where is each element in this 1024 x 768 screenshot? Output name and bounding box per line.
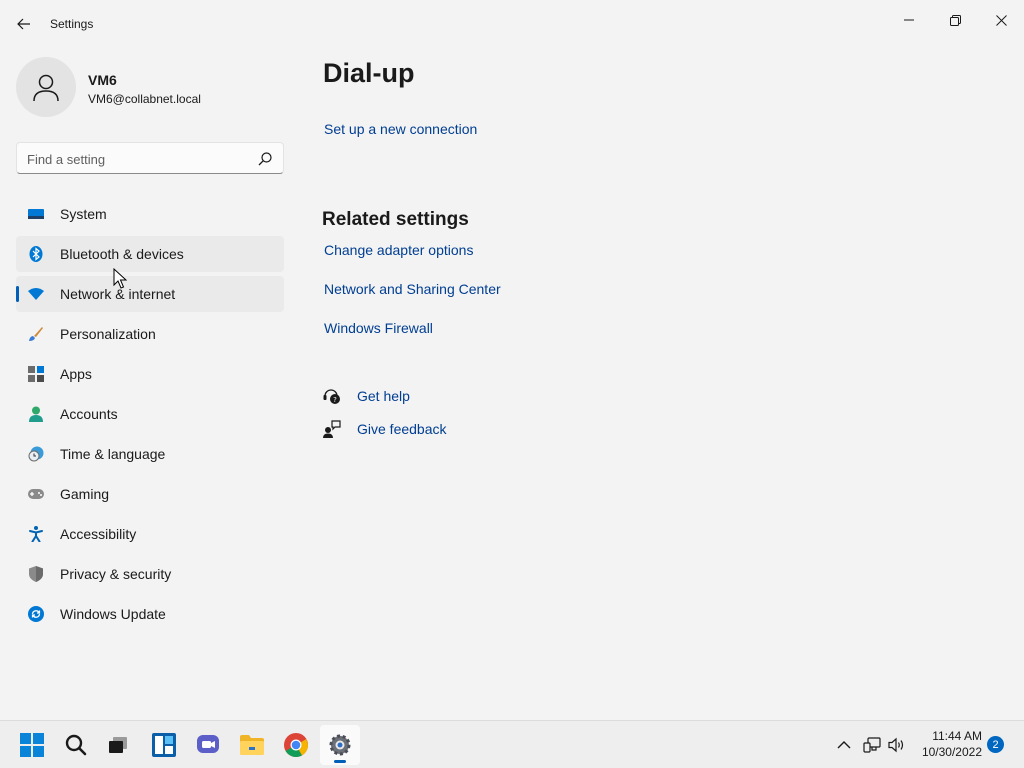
- svg-text:?: ?: [333, 396, 337, 404]
- sidebar-item-system[interactable]: System: [16, 196, 284, 232]
- sidebar-item-label: Windows Update: [60, 606, 166, 622]
- sidebar-item-label: Privacy & security: [60, 566, 172, 582]
- chrome-button[interactable]: [276, 725, 316, 765]
- sidebar-nav: System Bluetooth & devices Network & int…: [16, 196, 284, 636]
- avatar[interactable]: [16, 57, 76, 117]
- back-arrow-icon: [17, 18, 30, 30]
- chrome-icon: [284, 733, 308, 757]
- chat-icon: [197, 735, 219, 753]
- network-sharing-center-link[interactable]: Network and Sharing Center: [324, 281, 501, 297]
- user-name: VM6: [88, 72, 117, 88]
- accessibility-icon: [28, 526, 44, 542]
- brush-icon: [28, 326, 44, 342]
- sidebar-item-label: Accounts: [60, 406, 118, 422]
- sidebar-item-label: Apps: [60, 366, 92, 382]
- update-icon: [28, 606, 44, 622]
- clock-time[interactable]: 11:44 AM: [920, 729, 982, 743]
- taskbar-search-button[interactable]: [56, 725, 96, 765]
- selection-indicator: [16, 286, 19, 302]
- user-email: VM6@collabnet.local: [88, 92, 201, 106]
- gamepad-icon: [28, 486, 44, 502]
- mouse-cursor-icon: [113, 268, 127, 289]
- running-indicator: [334, 760, 346, 763]
- sidebar-item-network-internet[interactable]: Network & internet: [16, 276, 284, 312]
- task-view-icon: [109, 737, 127, 753]
- sidebar-item-accounts[interactable]: Accounts: [16, 396, 284, 432]
- settings-taskbar-button[interactable]: [320, 725, 360, 765]
- settings-icon: [329, 734, 351, 756]
- widgets-button[interactable]: [144, 725, 184, 765]
- apps-icon: [28, 366, 44, 382]
- search-icon[interactable]: [257, 151, 273, 167]
- minimize-icon: [904, 19, 914, 21]
- get-help-link[interactable]: Get help: [357, 388, 410, 404]
- minimize-button[interactable]: [886, 4, 932, 36]
- page-title: Dial-up: [323, 58, 415, 88]
- network-icon[interactable]: [862, 735, 882, 755]
- wifi-icon: [28, 286, 44, 302]
- title-bar: Settings: [0, 0, 1024, 48]
- sidebar-item-label: Gaming: [60, 486, 110, 502]
- clock-globe-icon: [28, 446, 44, 462]
- chevron-up-icon[interactable]: [834, 735, 854, 755]
- give-feedback-link[interactable]: Give feedback: [357, 421, 447, 437]
- close-button[interactable]: [978, 4, 1024, 36]
- get-help-icon: ?: [323, 389, 340, 404]
- search-icon: [65, 734, 87, 756]
- sidebar-item-personalization[interactable]: Personalization: [16, 316, 284, 352]
- bluetooth-icon: [28, 246, 44, 262]
- user-icon: [33, 74, 59, 102]
- sidebar-item-label: Personalization: [60, 326, 156, 342]
- setup-new-connection-link[interactable]: Set up a new connection: [324, 121, 477, 137]
- task-view-button[interactable]: [98, 725, 138, 765]
- start-icon: [20, 733, 44, 757]
- taskbar: [0, 720, 1024, 768]
- start-button[interactable]: [12, 725, 52, 765]
- sidebar-item-label: Bluetooth & devices: [60, 246, 184, 262]
- chat-button[interactable]: [188, 725, 228, 765]
- sidebar-item-windows-update[interactable]: Windows Update: [16, 596, 284, 632]
- back-button[interactable]: [12, 12, 36, 36]
- file-explorer-button[interactable]: [232, 725, 272, 765]
- file-explorer-icon: [240, 735, 264, 755]
- sidebar-item-label: System: [60, 206, 107, 222]
- system-icon: [28, 206, 44, 222]
- sidebar-item-gaming[interactable]: Gaming: [16, 476, 284, 512]
- sidebar-item-label: Time & language: [60, 446, 166, 462]
- sidebar-item-label: Accessibility: [60, 526, 137, 542]
- shield-icon: [28, 566, 44, 582]
- sidebar-item-accessibility[interactable]: Accessibility: [16, 516, 284, 552]
- sidebar-item-bluetooth-devices[interactable]: Bluetooth & devices: [16, 236, 284, 272]
- sidebar-item-time-language[interactable]: Time & language: [16, 436, 284, 472]
- give-feedback-icon: [323, 420, 341, 438]
- search-box[interactable]: [16, 142, 284, 174]
- widgets-icon: [152, 733, 176, 757]
- restore-button[interactable]: [932, 4, 978, 36]
- volume-icon[interactable]: [887, 735, 907, 755]
- search-input[interactable]: [27, 149, 247, 169]
- sidebar-item-privacy-security[interactable]: Privacy & security: [16, 556, 284, 592]
- restore-icon: [949, 14, 961, 26]
- change-adapter-options-link[interactable]: Change adapter options: [324, 242, 473, 258]
- sidebar-item-apps[interactable]: Apps: [16, 356, 284, 392]
- windows-firewall-link[interactable]: Windows Firewall: [324, 320, 433, 336]
- app-title: Settings: [50, 17, 94, 31]
- notification-badge[interactable]: 2: [987, 736, 1004, 753]
- clock-date[interactable]: 10/30/2022: [918, 745, 982, 759]
- related-settings-heading: Related settings: [322, 209, 469, 230]
- accounts-icon: [28, 406, 44, 422]
- close-icon: [995, 14, 1007, 26]
